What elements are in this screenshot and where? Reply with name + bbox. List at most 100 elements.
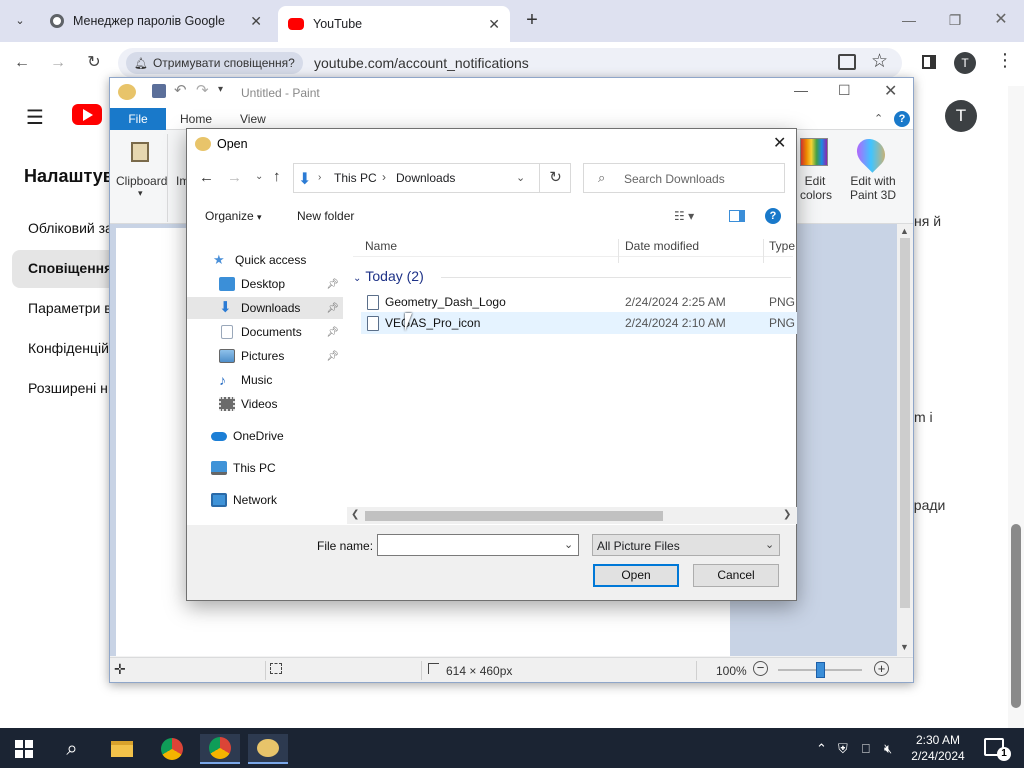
column-name[interactable]: Name (365, 239, 397, 253)
close-window-icon[interactable]: ✕ (978, 6, 1024, 34)
minimize-ribbon-icon[interactable]: ⌃ (874, 112, 883, 125)
tab-youtube[interactable]: YouTube ✕ (278, 6, 510, 42)
reload-icon[interactable]: ↻ (82, 51, 106, 75)
preview-pane-icon[interactable] (729, 210, 745, 222)
paint-view-tab[interactable]: View (240, 112, 266, 126)
nav-onedrive[interactable]: OneDrive (187, 425, 343, 447)
up-arrow-icon[interactable]: ↑ (273, 168, 281, 185)
tab-password-manager[interactable]: Менеджер паролів Google ✕ (40, 6, 272, 36)
scroll-down-arrow-icon[interactable]: ▼ (900, 642, 909, 652)
side-panel-icon[interactable] (922, 55, 936, 69)
zoom-slider-thumb[interactable] (816, 662, 825, 678)
youtube-logo[interactable] (72, 104, 102, 125)
new-tab-plus-icon[interactable]: + (520, 8, 544, 32)
chrome-icon[interactable] (152, 734, 192, 764)
back-arrow-icon[interactable]: ← (10, 51, 34, 75)
help-icon[interactable]: ? (894, 111, 910, 127)
chrome-menu-icon[interactable]: ⋮ (996, 50, 1014, 71)
paint-close-icon[interactable]: ✕ (884, 81, 897, 101)
nav-network[interactable]: Network (187, 489, 343, 511)
paint-minimize-icon[interactable]: — (794, 82, 808, 98)
zoom-out-icon[interactable]: − (753, 661, 768, 676)
open-button[interactable]: Open (593, 564, 679, 587)
column-type[interactable]: Type (769, 239, 795, 253)
settings-nav-account[interactable]: Обліковий за (28, 220, 113, 236)
network-tray-icon[interactable]: ⎕ (862, 741, 870, 757)
restore-icon[interactable]: ❐ (932, 6, 978, 34)
redo-icon[interactable]: ↷ (196, 81, 209, 99)
paint-home-tab[interactable]: Home (180, 112, 212, 126)
horizontal-scrollbar-thumb[interactable] (365, 511, 663, 521)
tab-close-icon[interactable]: ✕ (250, 13, 262, 30)
system-clock[interactable]: 2:30 AM 2/24/2024 (900, 732, 976, 764)
nav-documents[interactable]: Documents 📌︎ (187, 321, 343, 343)
scroll-up-arrow-icon[interactable]: ▲ (900, 226, 909, 236)
show-hidden-icons-icon[interactable]: ⌃ (816, 741, 827, 757)
recent-locations-icon[interactable]: ⌄ (255, 171, 263, 182)
refresh-icon[interactable]: ↻ (539, 163, 571, 193)
nav-this-pc[interactable]: This PC (187, 457, 343, 479)
undo-icon[interactable]: ↶ (174, 81, 187, 99)
dialog-close-icon[interactable]: ✕ (773, 133, 786, 153)
cancel-button[interactable]: Cancel (693, 564, 779, 587)
settings-nav-playback[interactable]: Параметри в (28, 300, 112, 316)
forward-arrow-icon[interactable]: → (227, 169, 242, 186)
address-dropdown-icon[interactable]: ⌄ (516, 171, 525, 184)
file-name-input[interactable]: ⌄ (377, 534, 579, 556)
new-folder-button[interactable]: New folder (297, 209, 354, 223)
settings-nav-notifications[interactable]: Сповіщення (28, 260, 112, 276)
paint-taskbar-icon[interactable] (248, 734, 288, 764)
minimize-icon[interactable]: — (886, 6, 932, 34)
volume-muted-icon[interactable]: 🔇︎ (884, 741, 892, 757)
notification-permission-chip[interactable]: 🔔︎ Отримувати сповіщення? (126, 52, 303, 74)
bookmark-star-icon[interactable]: ☆ (871, 50, 888, 73)
tab-close-icon[interactable]: ✕ (488, 16, 500, 33)
scroll-right-arrow-icon[interactable]: ❯ (783, 509, 791, 520)
nav-desktop[interactable]: Desktop 📌︎ (187, 273, 343, 295)
nav-quick-access[interactable]: ★ Quick access (187, 249, 343, 271)
breadcrumb-this-pc[interactable]: This PC (334, 171, 377, 185)
search-icon[interactable]: ⌕ (52, 734, 92, 764)
edit-colors-icon[interactable] (800, 138, 828, 166)
edit-colors-label[interactable]: Edit colors (800, 174, 832, 202)
forward-arrow-icon[interactable]: → (46, 51, 70, 75)
clipboard-group[interactable]: Clipboard ▾ (114, 134, 168, 222)
scroll-left-arrow-icon[interactable]: ❮ (351, 509, 359, 520)
zoom-in-icon[interactable]: + (874, 661, 889, 676)
file-explorer-icon[interactable] (102, 734, 142, 764)
group-today[interactable]: ⌄ Today (2) (353, 268, 424, 284)
column-date-modified[interactable]: Date modified (625, 239, 699, 253)
help-icon[interactable]: ? (765, 208, 781, 224)
file-row[interactable]: VEGAS_Pro_icon 2/24/2024 2:10 AM PNG (361, 312, 797, 334)
column-separator[interactable] (763, 239, 764, 263)
url-text[interactable]: youtube.com/account_notifications (314, 55, 529, 71)
organize-button[interactable]: Organize ▾ (205, 209, 262, 223)
file-type-select[interactable]: All Picture Files ⌄ (592, 534, 780, 556)
nav-pictures[interactable]: Pictures 📌︎ (187, 345, 343, 367)
canvas-scrollbar-thumb[interactable] (900, 238, 910, 608)
customize-quick-access-icon[interactable]: ▾ (218, 84, 223, 95)
page-scrollbar-thumb[interactable] (1011, 524, 1021, 708)
windows-start-icon[interactable] (4, 734, 44, 764)
settings-nav-advanced[interactable]: Розширені н (28, 380, 108, 396)
nav-downloads[interactable]: ⬇ Downloads 📌︎ (187, 297, 343, 319)
edit-with-paint3d-label[interactable]: Edit with Paint 3D (848, 174, 898, 202)
hamburger-menu-icon[interactable]: ☰ (26, 105, 44, 130)
save-icon[interactable] (152, 84, 166, 98)
chrome-active-icon[interactable] (200, 734, 240, 764)
security-icon[interactable]: ⛨ (838, 741, 848, 757)
change-view-icon[interactable]: ☷ ▾ (674, 209, 694, 223)
paint-maximize-icon[interactable]: ☐ (838, 82, 851, 99)
profile-avatar[interactable]: T (954, 52, 976, 74)
nav-music[interactable]: ♪ Music (187, 369, 343, 391)
column-separator[interactable] (618, 239, 619, 263)
paint-file-tab[interactable]: File (110, 108, 166, 130)
file-row[interactable]: Geometry_Dash_Logo 2/24/2024 2:25 AM PNG (361, 291, 797, 313)
search-input[interactable]: ⌕ Search Downloads (583, 163, 785, 193)
youtube-avatar[interactable]: T (945, 100, 977, 132)
address-bar[interactable]: ⬇ › This PC › Downloads ⌄ (293, 163, 571, 193)
breadcrumb-downloads[interactable]: Downloads (396, 171, 455, 185)
tab-search-chevron-icon[interactable]: ⌄ (8, 8, 32, 32)
back-arrow-icon[interactable]: ← (199, 169, 214, 186)
settings-nav-privacy[interactable]: Конфіденцій (28, 340, 109, 356)
